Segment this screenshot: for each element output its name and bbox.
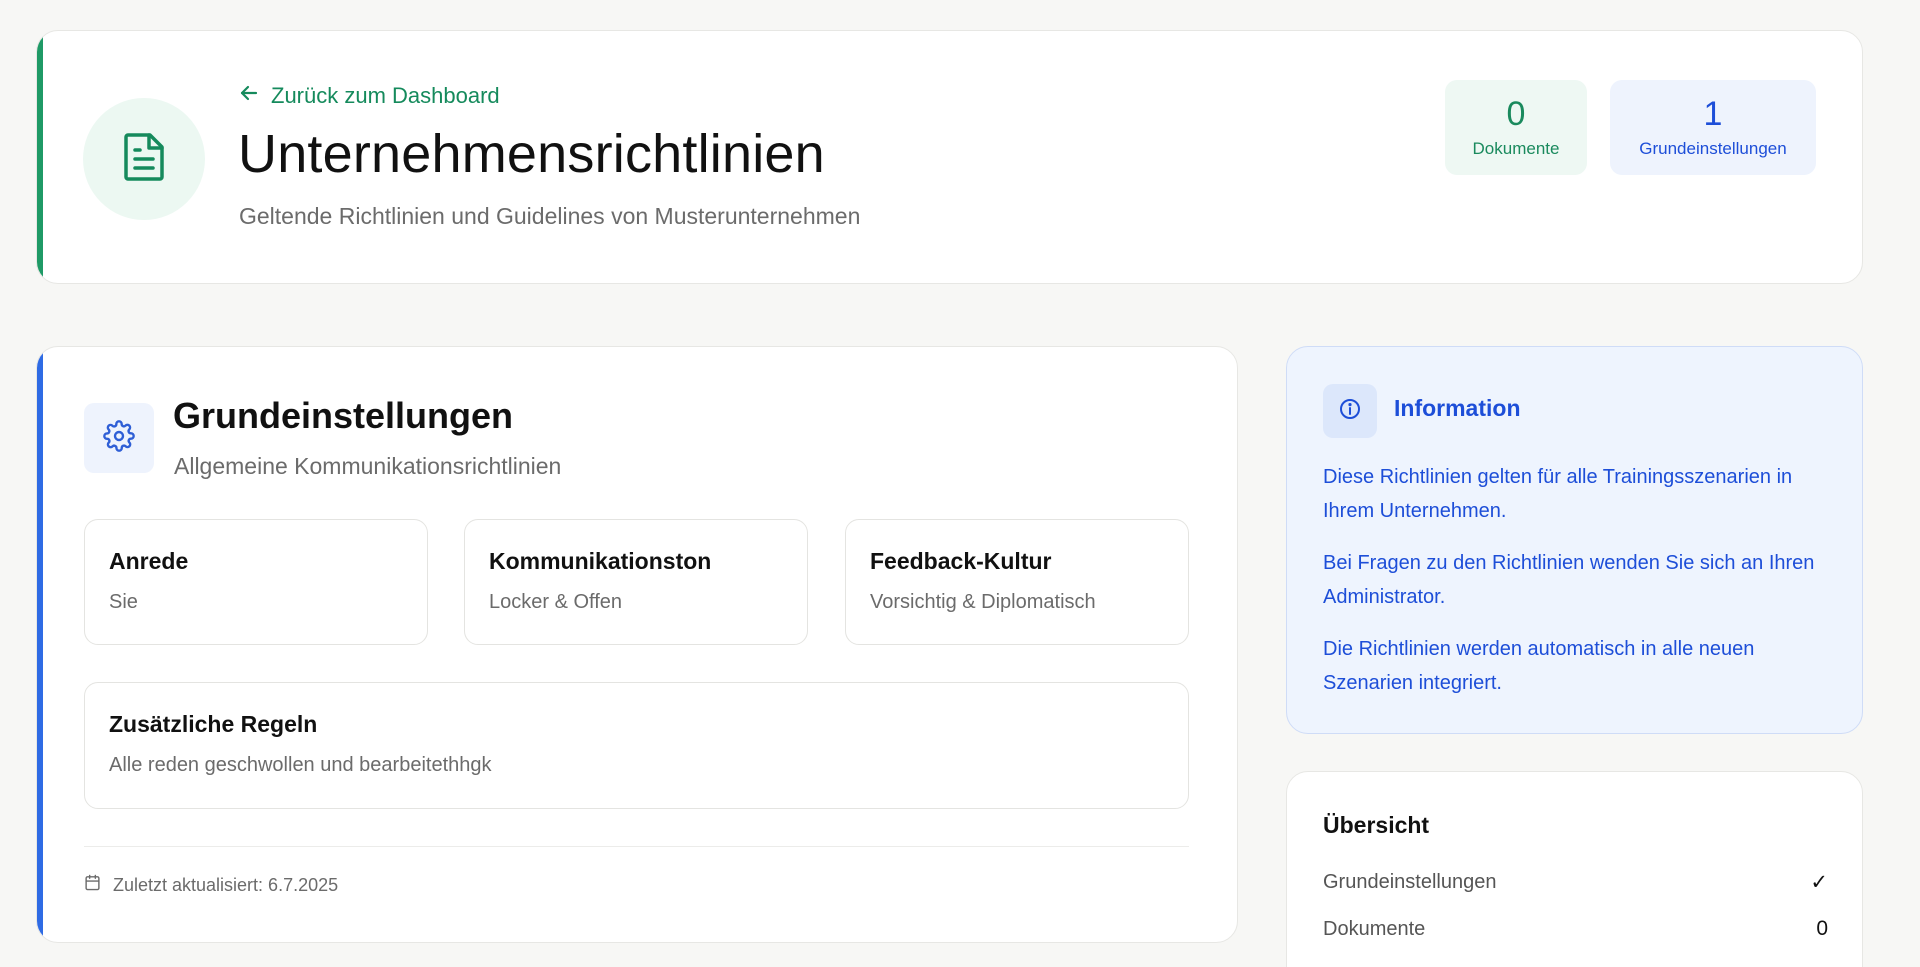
page-title: Unternehmensrichtlinien [238, 124, 825, 184]
settings-icon-container [84, 403, 154, 473]
arrow-left-icon [239, 83, 259, 109]
settings-subtitle: Allgemeine Kommunikationsrichtlinien [174, 453, 562, 479]
overview-title: Übersicht [1323, 812, 1430, 838]
overview-row-value: 0 [1816, 917, 1828, 940]
last-updated: Zuletzt aktualisiert: 6.7.2025 [84, 874, 338, 896]
communication-tone-tile: Kommunikationston Locker & Offen [464, 519, 808, 645]
overview-row-label: Dokumente [1323, 917, 1426, 940]
feedback-culture-label: Feedback-Kultur [870, 548, 1052, 574]
overview-row-basic-settings: Grundeinstellungen ✓ [1323, 870, 1828, 895]
communication-tone-value: Locker & Offen [489, 591, 623, 613]
gear-icon [103, 419, 135, 457]
header-icon-container [83, 98, 205, 220]
header-card: Zurück zum Dashboard Unternehmensrichtli… [36, 30, 1863, 284]
info-paragraph: Diese Richtlinien gelten für alle Traini… [1323, 466, 1793, 522]
overview-card: Übersicht Grundeinstellungen ✓ Dokumente… [1286, 771, 1863, 967]
last-updated-text: Zuletzt aktualisiert: 6.7.2025 [113, 874, 339, 895]
page-subtitle: Geltende Richtlinien und Guidelines von … [239, 203, 861, 229]
settings-accent-bar [37, 347, 43, 942]
header-accent-bar [37, 31, 43, 283]
calendar-icon [84, 874, 101, 896]
back-to-dashboard-link[interactable]: Zurück zum Dashboard [239, 83, 500, 109]
documents-stat-label: Dokumente [1472, 138, 1560, 158]
overview-row-label: Grundeinstellungen [1323, 871, 1497, 893]
document-icon [122, 131, 166, 188]
information-card: Information Diese Richtlinien gelten für… [1286, 346, 1863, 734]
additional-rules-label: Zusätzliche Regeln [109, 711, 318, 737]
overview-row-documents: Dokumente 0 [1323, 917, 1828, 941]
documents-stat: 0 Dokumente [1445, 80, 1587, 175]
salutation-tile: Anrede Sie [84, 519, 428, 645]
info-paragraph: Die Richtlinien werden automatisch in al… [1323, 638, 1755, 694]
feedback-culture-value: Vorsichtig & Diplomatisch [870, 591, 1096, 613]
information-title: Information [1394, 395, 1521, 421]
basic-settings-card: Grundeinstellungen Allgemeine Kommunikat… [36, 346, 1238, 943]
communication-tone-label: Kommunikationston [489, 548, 712, 574]
basic-settings-stat: 1 Grundeinstellungen [1610, 80, 1816, 175]
salutation-value: Sie [109, 591, 138, 613]
info-icon-container [1323, 384, 1377, 438]
basic-settings-stat-label: Grundeinstellungen [1639, 138, 1787, 158]
settings-divider [84, 846, 1189, 847]
settings-title: Grundeinstellungen [173, 395, 514, 436]
info-icon [1338, 397, 1362, 426]
additional-rules-value: Alle reden geschwollen und bearbeitethhg… [109, 754, 492, 776]
basic-settings-stat-value: 1 [1703, 94, 1723, 133]
info-paragraph: Bei Fragen zu den Richtlinien wenden Sie… [1323, 552, 1815, 608]
documents-stat-value: 0 [1506, 94, 1526, 133]
back-link-label[interactable]: Zurück zum Dashboard [271, 83, 500, 109]
additional-rules-tile: Zusätzliche Regeln Alle reden geschwolle… [84, 682, 1189, 809]
feedback-culture-tile: Feedback-Kultur Vorsichtig & Diplomatisc… [845, 519, 1189, 645]
salutation-label: Anrede [109, 548, 189, 574]
checkmark-icon: ✓ [1810, 871, 1828, 894]
